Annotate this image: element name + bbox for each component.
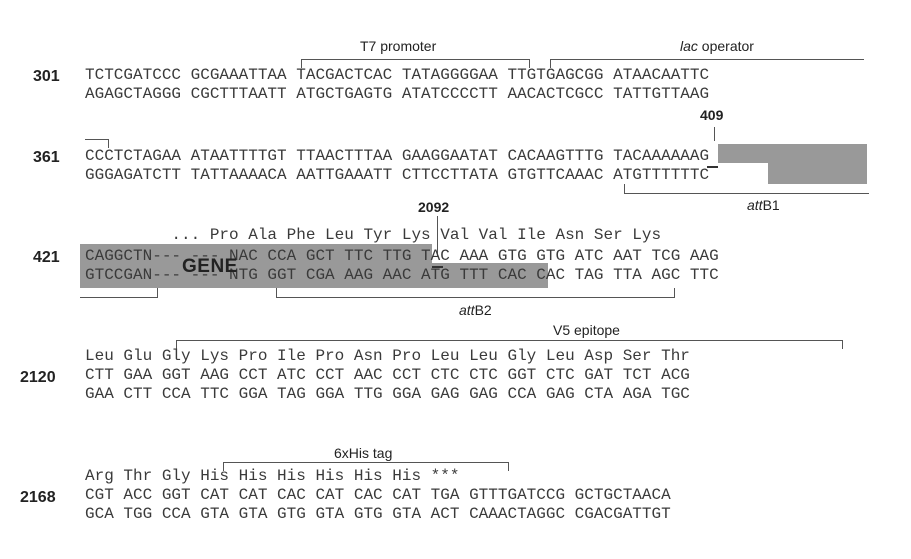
aa-421: ... Pro Ala Phe Leu Tyr Lys Val Val Ile … — [85, 226, 662, 244]
position-301: 301 — [33, 68, 60, 85]
attb2-bracket-right — [674, 288, 675, 298]
his-tag-label: 6xHis tag — [334, 445, 393, 461]
lac-operator-bracket-cont — [85, 139, 109, 140]
gene-insert-label: GENE — [182, 256, 238, 277]
sequence-421-bottom: GTCCGAN--- --- NTG GGT CGA AAG AAC ATG T… — [85, 266, 719, 284]
aa-2120: Leu Glu Gly Lys Pro Ile Pro Asn Pro Leu … — [85, 347, 690, 365]
attb2-italic: att — [459, 302, 475, 318]
attb1-shade-top — [718, 144, 867, 163]
marker-409: 409 — [700, 107, 724, 123]
v5-epitope-bracket — [176, 340, 843, 341]
position-361: 361 — [33, 149, 60, 166]
marker-2092-underline — [432, 266, 443, 268]
attb1-label: attB1 — [747, 197, 780, 213]
sequence-2168-bottom: GCA TGG CCA GTA GTA GTG GTA GTG GTA ACT … — [85, 505, 671, 523]
v5-epitope-bracket-right — [842, 340, 843, 349]
marker-409-tick — [714, 127, 715, 141]
attb2-rest: B2 — [474, 302, 492, 318]
attb1-end-bracket — [80, 297, 158, 298]
sequence-301-top: TCTCGATCCC GCGAAATTAA TACGACTCAC TATAGGG… — [85, 66, 710, 84]
attb1-shade-bottom — [768, 163, 867, 184]
position-2120: 2120 — [20, 369, 56, 386]
attb1-bracket — [624, 193, 869, 194]
his-tag-bracket — [223, 462, 509, 463]
lac-italic: lac — [680, 38, 698, 54]
attb2-bracket — [276, 297, 675, 298]
sequence-2168-top: CGT ACC GGT CAT CAT CAC CAT CAC CAT TGA … — [85, 486, 671, 504]
aa-2168: Arg Thr Gly His His His His His His *** — [85, 467, 460, 485]
attb1-rest: B1 — [762, 197, 780, 213]
position-2168: 2168 — [20, 489, 56, 506]
lac-operator-rest: operator — [697, 38, 754, 54]
marker-409-underline — [707, 166, 718, 168]
his-tag-bracket-right — [508, 462, 509, 471]
sequence-301-bottom: AGAGCTAGGG CGCTTTAATT ATGCTGAGTG ATATCCC… — [85, 85, 710, 103]
sequence-421-top: CAGGCTN--- --- NAC CCA GCT TTC TTG TAC A… — [85, 247, 719, 265]
sequence-361-top: CCCTCTAGAA ATAATTTTGT TTAACTTTAA GAAGGAA… — [85, 147, 710, 165]
lac-operator-label: lac operator — [680, 38, 754, 54]
v5-epitope-label: V5 epitope — [553, 322, 620, 338]
attb1-italic: att — [747, 197, 763, 213]
sequence-2120-bottom: GAA CTT CCA TTC GGA TAG GGA TTG GGA GAG … — [85, 385, 690, 403]
marker-2092: 2092 — [418, 199, 450, 215]
lac-operator-bracket — [550, 59, 864, 60]
position-421: 421 — [33, 249, 60, 266]
attb2-label: attB2 — [459, 302, 492, 318]
sequence-2120-top: CTT GAA GGT AAG CCT ATC CCT AAC CCT CTC … — [85, 366, 690, 384]
t7-promoter-bracket — [301, 59, 530, 60]
t7-promoter-label: T7 promoter — [360, 38, 437, 54]
sequence-361-bottom: GGGAGATCTT TATTAAAACA AATTGAAATT CTTCCTT… — [85, 166, 710, 184]
attb1-end-bracket-right — [157, 288, 158, 298]
